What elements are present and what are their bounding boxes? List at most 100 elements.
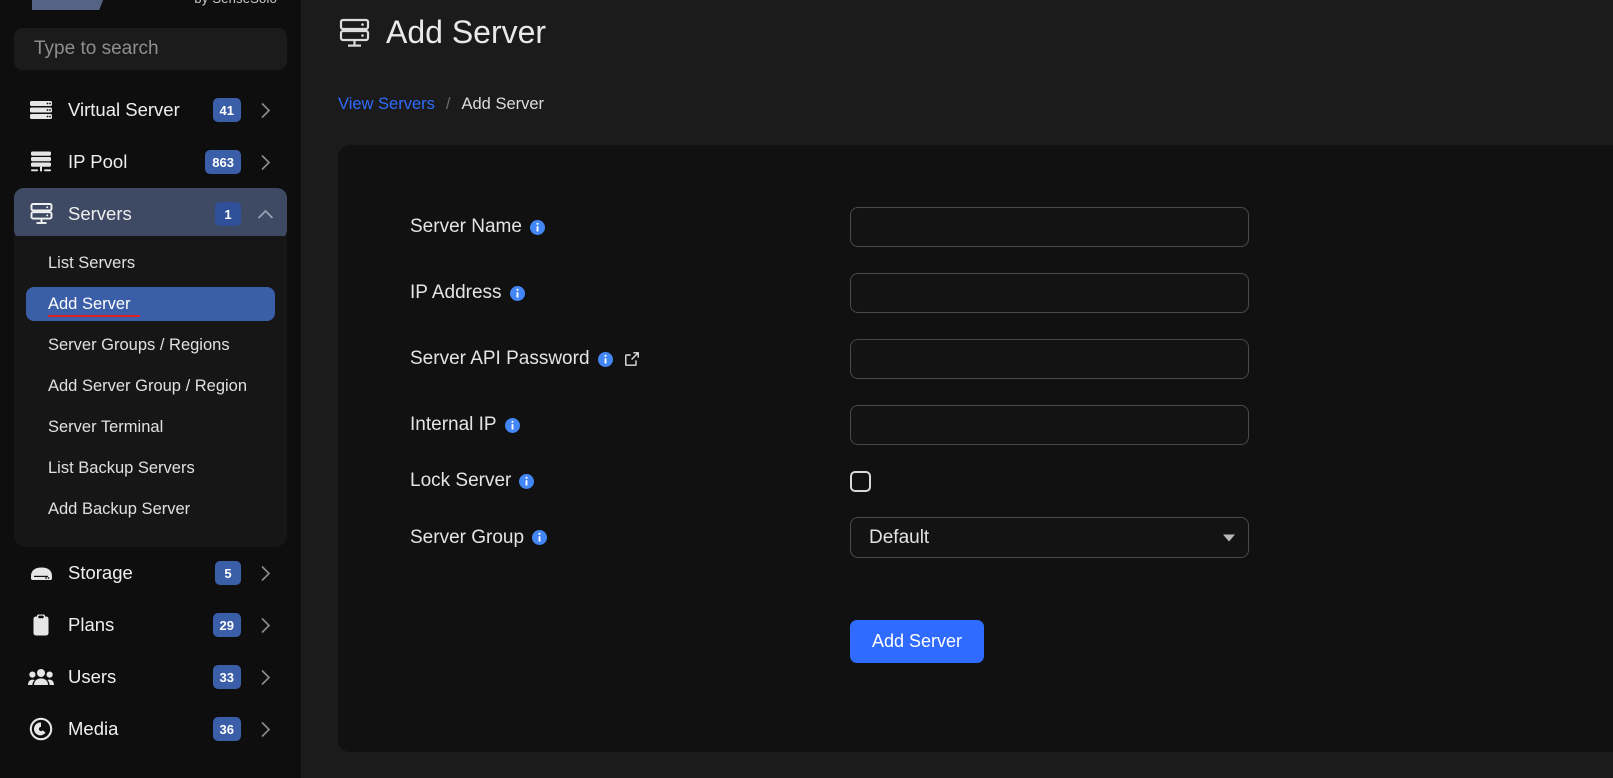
sidebar-item-badge: 863 bbox=[205, 150, 241, 174]
sidebar-item-label: Plans bbox=[68, 614, 115, 635]
submenu-item-label: Server Terminal bbox=[48, 417, 164, 436]
label-server-group: Server Group bbox=[410, 527, 850, 549]
chevron-right-icon bbox=[255, 154, 275, 171]
sidebar-item-ip-pool[interactable]: IP Pool 863 bbox=[14, 136, 287, 188]
disc-icon bbox=[28, 717, 54, 741]
servers-submenu: List Servers Add Server Server Groups / … bbox=[14, 236, 287, 547]
page-title: Add Server bbox=[386, 14, 547, 50]
search-container bbox=[14, 12, 287, 70]
sidebar-item-badge: 41 bbox=[212, 98, 241, 122]
chevron-up-icon bbox=[255, 209, 275, 220]
sidebar-item-media[interactable]: Media 36 bbox=[14, 703, 287, 755]
submenu-item-label: Server Groups / Regions bbox=[48, 335, 230, 354]
add-server-button[interactable]: Add Server bbox=[850, 620, 985, 663]
label-text: Server Group bbox=[410, 526, 525, 548]
info-icon[interactable] bbox=[509, 285, 525, 301]
sidebar-item-virtual-server[interactable]: Virtual Server 41 bbox=[14, 84, 287, 136]
sidebar-nav: Virtual Server 41 IP Pool 863 Servers 1 … bbox=[14, 84, 287, 755]
form-row-server-name: Server Name bbox=[338, 207, 1613, 247]
form-row-server-group: Server Group Default bbox=[338, 517, 1613, 558]
server-rack-icon bbox=[28, 98, 54, 122]
clipboard-icon bbox=[28, 613, 54, 637]
app-root: by SenseSolo bbox=[0, 0, 1613, 778]
main-content: Add Server View Servers / Add Server Ser… bbox=[302, 0, 1613, 778]
page-header: Add Server bbox=[338, 0, 1613, 51]
info-icon[interactable] bbox=[519, 473, 535, 489]
label-text: Server API Password bbox=[410, 348, 590, 369]
info-icon[interactable] bbox=[529, 219, 545, 235]
sidebar: by SenseSolo bbox=[0, 0, 302, 778]
breadcrumb-current: Add Server bbox=[461, 95, 545, 113]
server-name-input[interactable] bbox=[850, 207, 1249, 247]
storage-icon bbox=[28, 561, 54, 585]
submenu-item-add-server[interactable]: Add Server bbox=[26, 287, 275, 321]
info-icon[interactable] bbox=[532, 530, 548, 545]
chevron-right-icon bbox=[255, 617, 275, 634]
search-input[interactable] bbox=[14, 28, 287, 70]
submenu-item-label: Add Server bbox=[48, 294, 131, 313]
sidebar-item-label: Media bbox=[68, 718, 119, 739]
brand-logo-icon bbox=[32, 0, 114, 10]
add-server-form-card: Server Name IP Address Server API Passwo… bbox=[338, 145, 1613, 752]
users-icon bbox=[28, 665, 54, 689]
internal-ip-input[interactable] bbox=[850, 405, 1249, 445]
label-server-api-password: Server API Password bbox=[410, 348, 850, 370]
brand-strip: by SenseSolo bbox=[14, 0, 287, 12]
server-group-select-wrapper: Default bbox=[850, 517, 1249, 558]
ip-address-input[interactable] bbox=[850, 273, 1249, 313]
form-row-ip-address: IP Address bbox=[338, 273, 1613, 313]
info-icon[interactable] bbox=[597, 351, 613, 367]
submenu-item-add-server-group-region[interactable]: Add Server Group / Region bbox=[26, 369, 275, 403]
sidebar-item-users[interactable]: Users 33 bbox=[14, 651, 287, 703]
sidebar-item-servers[interactable]: Servers 1 bbox=[14, 188, 287, 240]
sidebar-item-label: Storage bbox=[68, 562, 133, 583]
server-icon bbox=[28, 202, 54, 226]
form-row-api-password: Server API Password bbox=[338, 339, 1613, 379]
breadcrumb: View Servers / Add Server bbox=[338, 95, 1613, 114]
submenu-item-list-servers[interactable]: List Servers bbox=[26, 246, 275, 280]
chevron-right-icon bbox=[255, 102, 275, 119]
label-text: Server Name bbox=[410, 216, 522, 237]
label-ip-address: IP Address bbox=[410, 282, 850, 304]
submenu-item-server-groups-regions[interactable]: Server Groups / Regions bbox=[26, 328, 275, 362]
brand-byline: by SenseSolo bbox=[194, 0, 277, 6]
sidebar-item-plans[interactable]: Plans 29 bbox=[14, 599, 287, 651]
label-internal-ip: Internal IP bbox=[410, 414, 850, 436]
breadcrumb-separator: / bbox=[445, 95, 451, 113]
submenu-item-label: Add Server Group / Region bbox=[48, 376, 248, 395]
external-link-icon[interactable] bbox=[624, 351, 640, 367]
submenu-item-server-terminal[interactable]: Server Terminal bbox=[26, 410, 275, 444]
sidebar-item-label: Virtual Server bbox=[68, 99, 180, 120]
sidebar-item-label: Users bbox=[68, 666, 117, 687]
sidebar-item-label: Servers bbox=[68, 203, 132, 224]
breadcrumb-link-view-servers[interactable]: View Servers bbox=[338, 95, 435, 114]
chevron-right-icon bbox=[255, 669, 275, 686]
lock-server-checkbox[interactable] bbox=[850, 470, 871, 492]
sidebar-item-badge: 36 bbox=[212, 717, 241, 741]
sidebar-item-badge: 1 bbox=[215, 202, 241, 226]
sidebar-item-storage[interactable]: Storage 5 bbox=[14, 547, 287, 599]
sidebar-item-badge: 29 bbox=[212, 613, 241, 637]
server-api-password-input[interactable] bbox=[850, 339, 1249, 379]
submenu-item-label: Add Backup Server bbox=[48, 499, 191, 518]
submenu-item-label: List Backup Servers bbox=[48, 458, 195, 477]
submit-container: Add Server bbox=[338, 620, 1613, 663]
submenu-item-add-backup-server[interactable]: Add Backup Server bbox=[26, 492, 275, 526]
server-group-select[interactable]: Default bbox=[850, 517, 1249, 558]
sidebar-item-badge: 5 bbox=[215, 561, 241, 585]
label-server-name: Server Name bbox=[410, 216, 850, 238]
sidebar-item-label: IP Pool bbox=[68, 151, 128, 172]
form-row-internal-ip: Internal IP bbox=[338, 405, 1613, 445]
submenu-item-label: List Servers bbox=[48, 253, 136, 272]
ip-pool-icon bbox=[28, 150, 54, 174]
label-text: Internal IP bbox=[410, 414, 497, 435]
server-icon bbox=[338, 16, 372, 50]
info-icon[interactable] bbox=[504, 417, 520, 433]
chevron-right-icon bbox=[255, 721, 275, 738]
label-text: Lock Server bbox=[410, 470, 512, 491]
submenu-item-list-backup-servers[interactable]: List Backup Servers bbox=[26, 451, 275, 485]
chevron-right-icon bbox=[255, 565, 275, 582]
label-text: IP Address bbox=[410, 282, 502, 303]
label-lock-server: Lock Server bbox=[410, 470, 850, 492]
sidebar-item-badge: 33 bbox=[212, 665, 241, 689]
